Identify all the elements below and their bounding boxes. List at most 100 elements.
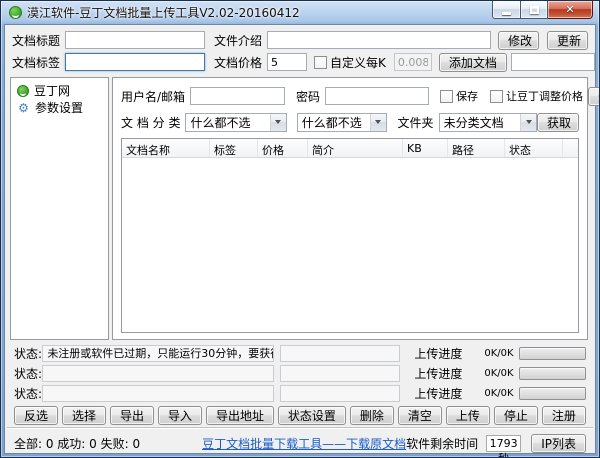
form-row-2: 文档标签 文档价格 自定义每K 添加文档 选择	[5, 51, 595, 73]
import-button[interactable]: 导入	[158, 406, 202, 425]
close-icon: ✕	[565, 4, 574, 15]
modify-button[interactable]: 修改	[498, 31, 539, 50]
chevron-down-icon	[520, 114, 536, 131]
file-intro-input[interactable]	[267, 31, 491, 49]
status-row-2: 状态: 上传进度 0K/0K	[5, 363, 595, 383]
stop-button[interactable]: 停止	[494, 406, 538, 425]
upload-progress-label: 上传进度	[414, 345, 462, 362]
sidebar: 豆丁网 ⚙ 参数设置	[10, 77, 109, 340]
document-table: 文档名称 标签 价格 简介 KB 路径 状态	[121, 138, 579, 333]
col-intro[interactable]: 简介	[308, 139, 403, 157]
folder-label: 文件夹	[398, 114, 434, 131]
minimize-icon	[502, 12, 511, 15]
status-label: 状态:	[14, 345, 42, 362]
col-path[interactable]: 路径	[448, 139, 505, 157]
adjust-price-checkbox-label: 让豆丁调整价格	[506, 88, 583, 104]
add-doc-button[interactable]: 添加文档	[439, 53, 507, 72]
doc-tags-input[interactable]	[65, 53, 205, 71]
adjust-price-checkbox[interactable]	[490, 90, 503, 103]
account-panel: 用户名/邮箱 密码 保存 让豆丁调整价格 登录 文 档 分 类 什么都不选 什么…	[112, 77, 588, 340]
window-title: 漠江软件-豆丁文档批量上传工具V2.02-20160412	[27, 4, 300, 21]
status-extra	[280, 365, 400, 382]
register-button[interactable]: 注册	[542, 406, 586, 425]
col-price[interactable]: 价格	[258, 139, 308, 157]
login-row: 用户名/邮箱 密码 保存 让豆丁调整价格 登录	[121, 86, 579, 106]
app-window: 漠江软件-豆丁文档批量上传工具V2.02-20160412 ✕ 文档标题 文件介…	[0, 0, 600, 458]
table-header: 文档名称 标签 价格 简介 KB 路径 状态	[122, 139, 578, 158]
login-button[interactable]: 登录	[588, 87, 600, 106]
minimize-button[interactable]	[492, 1, 521, 19]
form-row-1: 文档标题 文件介绍 修改 更新	[5, 29, 595, 51]
chevron-down-icon	[270, 114, 286, 131]
file-path-input[interactable]	[511, 53, 595, 71]
remaining-time-value: 1793秒	[486, 435, 521, 452]
clear-button[interactable]: 清空	[398, 406, 442, 425]
table-body-empty[interactable]	[122, 158, 578, 332]
doc-price-label: 文档价格	[214, 54, 262, 71]
chevron-down-icon	[370, 114, 386, 131]
upload-progress-label: 上传进度	[414, 385, 462, 402]
ip-list-button[interactable]: IP列表	[531, 434, 586, 453]
doc-tags-label: 文档标签	[12, 54, 60, 71]
invert-select-button[interactable]: 反选	[14, 406, 58, 425]
window-controls: ✕	[492, 1, 593, 19]
close-button[interactable]: ✕	[548, 1, 593, 19]
username-input[interactable]	[190, 87, 285, 105]
upload-progress-bar	[519, 367, 586, 380]
category-row: 文 档 分 类 什么都不选 什么都不选 文件夹 未分类文档 获取	[121, 112, 579, 132]
password-input[interactable]	[325, 87, 429, 105]
export-address-button[interactable]: 导出地址	[206, 406, 274, 425]
upload-progress-value: 0K/0K	[484, 348, 513, 359]
upload-progress-bar	[519, 347, 586, 360]
app-icon	[9, 6, 22, 19]
status-label: 状态:	[14, 385, 42, 402]
col-tags[interactable]: 标签	[210, 139, 258, 157]
maximize-icon	[530, 6, 539, 14]
window-body: 文档标题 文件介绍 修改 更新 文档标签 文档价格 自定义每K 添加文档 选择	[4, 24, 596, 454]
col-doc-name[interactable]: 文档名称	[122, 139, 210, 157]
doc-title-label: 文档标题	[12, 32, 60, 49]
col-filler	[563, 139, 578, 157]
top-form: 文档标题 文件介绍 修改 更新 文档标签 文档价格 自定义每K 添加文档 选择	[5, 29, 595, 73]
upload-progress-value: 0K/0K	[484, 368, 513, 379]
save-checkbox[interactable]	[440, 90, 453, 103]
file-intro-label: 文件介绍	[214, 32, 262, 49]
footer-divider	[7, 427, 593, 429]
doc-title-input[interactable]	[65, 31, 205, 49]
delete-button[interactable]: 删除	[350, 406, 394, 425]
status-extra	[280, 345, 400, 362]
upload-progress-label: 上传进度	[414, 365, 462, 382]
status-extra	[280, 385, 400, 402]
select-button[interactable]: 选择	[62, 406, 106, 425]
export-button[interactable]: 导出	[110, 406, 154, 425]
upload-button[interactable]: 上传	[446, 406, 490, 425]
sidebar-item-label: 豆丁网	[34, 82, 70, 99]
status-settings-button[interactable]: 状态设置	[278, 406, 346, 425]
col-status[interactable]: 状态	[505, 139, 563, 157]
action-button-row: 反选 选择 导出 导入 导出地址 状态设置 删除 清空 上传 停止 注册	[5, 405, 595, 425]
category-select-1[interactable]: 什么都不选	[185, 113, 286, 132]
folder-select[interactable]: 未分类文档	[439, 113, 537, 132]
status-area: 状态: 未注册或软件已过期，只能运行30分钟，要获得完全功能， 上传进度 0K/…	[5, 343, 595, 403]
doc-price-input[interactable]	[267, 53, 307, 71]
sidebar-item-settings[interactable]: ⚙ 参数设置	[14, 99, 105, 116]
download-tool-link[interactable]: 豆丁文档批量下载工具——下载原文档	[202, 435, 406, 452]
status-row-1: 状态: 未注册或软件已过期，只能运行30分钟，要获得完全功能， 上传进度 0K/…	[5, 343, 595, 363]
sidebar-item-label: 参数设置	[35, 99, 83, 116]
sidebar-item-docin[interactable]: 豆丁网	[14, 82, 105, 99]
upload-progress-bar	[519, 387, 586, 400]
custom-per-k-checkbox[interactable]	[314, 56, 327, 69]
fetch-button[interactable]: 获取	[537, 113, 579, 132]
status-message	[42, 385, 274, 402]
update-button[interactable]: 更新	[547, 31, 588, 50]
titlebar[interactable]: 漠江软件-豆丁文档批量上传工具V2.02-20160412 ✕	[1, 1, 599, 24]
maximize-button[interactable]	[521, 1, 548, 19]
col-kb[interactable]: KB	[403, 139, 448, 157]
docin-icon	[17, 85, 29, 97]
category-label: 文 档 分 类	[121, 114, 180, 131]
upload-progress-value: 0K/0K	[484, 388, 513, 399]
status-label: 状态:	[14, 365, 42, 382]
per-k-price-input[interactable]	[394, 53, 432, 71]
username-label: 用户名/邮箱	[121, 88, 185, 105]
category-select-2[interactable]: 什么都不选	[297, 113, 387, 132]
